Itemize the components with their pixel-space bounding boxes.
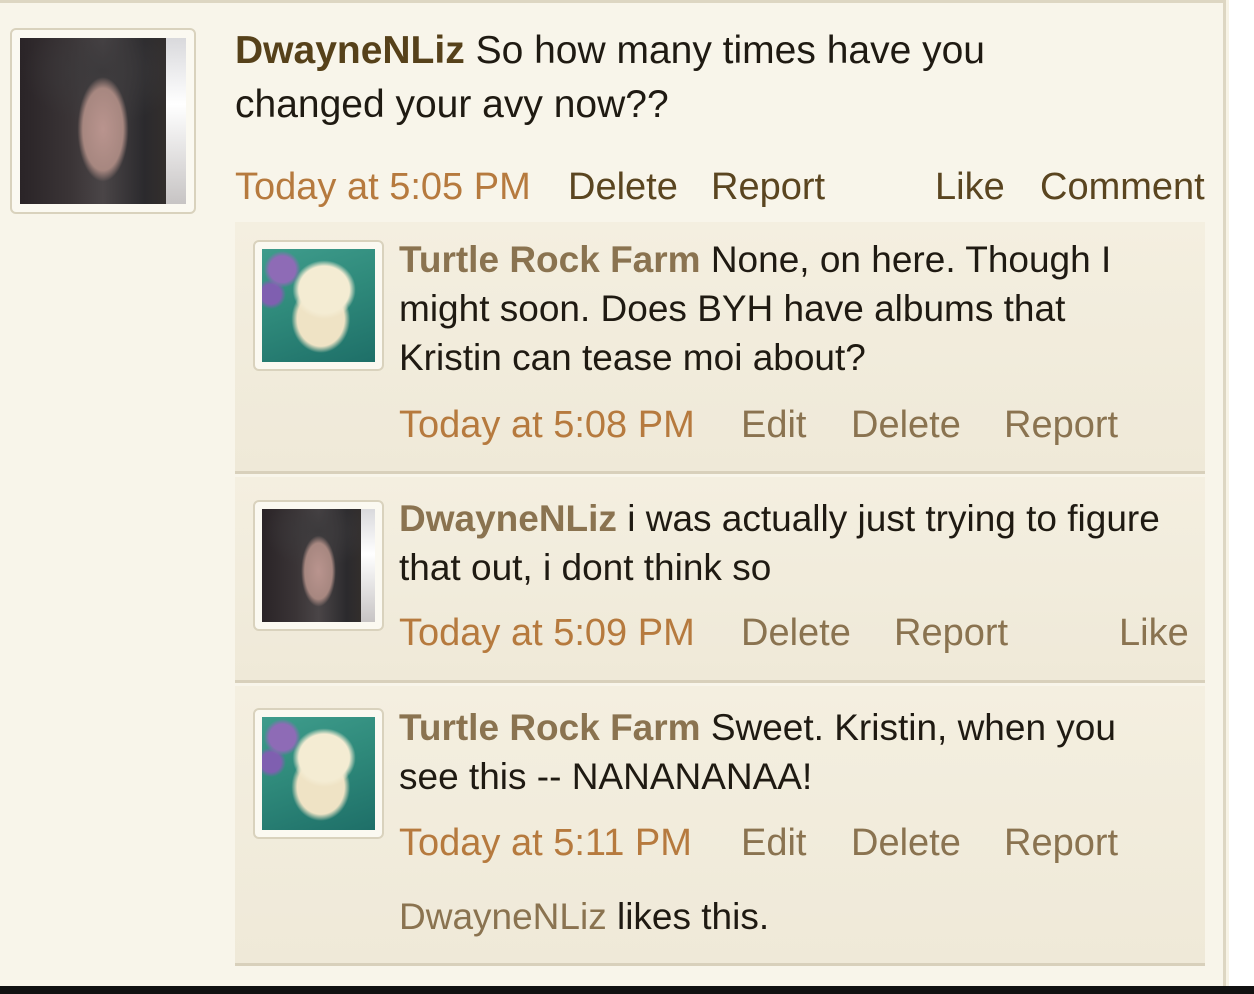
horse-avatar-image	[262, 509, 375, 622]
delete-link[interactable]: Delete	[741, 612, 851, 655]
edit-link[interactable]: Edit	[741, 404, 806, 447]
horse-avatar-image	[20, 38, 186, 204]
like-link[interactable]: Like	[1119, 612, 1189, 655]
comment-message: DwayneNLiz i was actually just trying to…	[399, 494, 1199, 592]
edit-link[interactable]: Edit	[741, 822, 806, 865]
post-message: DwayneNLiz So how many times have you ch…	[235, 24, 1135, 132]
comment-timestamp[interactable]: Today at 5:08 PM	[399, 404, 695, 447]
chick-avatar-image	[262, 717, 375, 830]
post-meta: Today at 5:05 PM Delete Report Like Comm…	[235, 166, 1215, 212]
comment-timestamp[interactable]: Today at 5:11 PM	[399, 822, 692, 865]
comment-message: Turtle Rock Farm None, on here. Though I…	[399, 235, 1159, 382]
report-link[interactable]: Report	[894, 612, 1008, 655]
delete-link[interactable]: Delete	[851, 404, 961, 447]
delete-link[interactable]: Delete	[568, 166, 678, 209]
avatar[interactable]	[10, 28, 196, 214]
report-link[interactable]: Report	[711, 166, 825, 209]
liker-name-link[interactable]: DwayneNLiz	[399, 896, 607, 937]
comment-avatar[interactable]	[253, 240, 384, 371]
chick-avatar-image	[262, 249, 375, 362]
comment-author-link[interactable]: Turtle Rock Farm	[399, 239, 701, 280]
comment-timestamp[interactable]: Today at 5:09 PM	[399, 612, 695, 655]
comment-link[interactable]: Comment	[1040, 166, 1205, 209]
report-link[interactable]: Report	[1004, 404, 1118, 447]
comment-avatar[interactable]	[253, 708, 384, 839]
comment-meta: Today at 5:09 PM Delete Report Like	[399, 612, 1199, 658]
likes-suffix: likes this.	[616, 896, 770, 937]
delete-link[interactable]: Delete	[851, 822, 961, 865]
comment-message: Turtle Rock Farm Sweet. Kristin, when yo…	[399, 703, 1159, 801]
comment-meta: Today at 5:08 PM Edit Delete Report	[399, 404, 1189, 450]
bottom-bar	[0, 986, 1254, 994]
comment-avatar[interactable]	[253, 500, 384, 631]
report-link[interactable]: Report	[1004, 822, 1118, 865]
comment-author-link[interactable]: DwayneNLiz	[399, 498, 617, 539]
post-author-link[interactable]: DwayneNLiz	[235, 29, 465, 72]
like-link[interactable]: Like	[935, 166, 1005, 209]
post-timestamp[interactable]: Today at 5:05 PM	[235, 166, 531, 209]
comment-author-link[interactable]: Turtle Rock Farm	[399, 707, 701, 748]
likes-summary: DwayneNLiz likes this.	[399, 896, 769, 938]
page-margin	[1229, 0, 1254, 994]
comment-meta: Today at 5:11 PM Edit Delete Report	[399, 822, 1189, 868]
